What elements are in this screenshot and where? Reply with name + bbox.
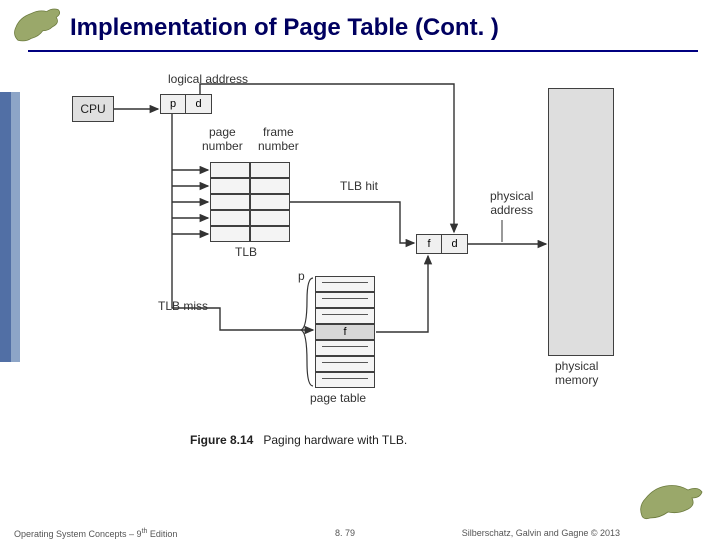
tlb-hit-label: TLB hit	[340, 180, 378, 194]
page-table-row	[315, 356, 375, 372]
tlb-label: TLB	[235, 246, 257, 260]
title-underline	[28, 50, 698, 52]
tlb-row	[210, 194, 290, 210]
frame-number-label: frame number	[258, 126, 299, 154]
physical-address-register: f d	[416, 234, 468, 254]
figure-caption: Figure 8.14 Paging hardware with TLB.	[190, 433, 407, 447]
d-cell: d	[186, 94, 212, 114]
page-table-row	[315, 276, 375, 292]
dinosaur-icon	[636, 476, 706, 522]
logical-address-label: logical address	[168, 73, 248, 87]
cpu-box: CPU	[72, 96, 114, 122]
p-cell: p	[160, 94, 186, 114]
tlb-miss-label: TLB miss	[158, 300, 208, 314]
page-title: Implementation of Page Table (Cont. )	[70, 14, 499, 42]
page-number: 8. 79	[335, 528, 355, 538]
tlb-row	[210, 178, 290, 194]
page-table-row	[315, 308, 375, 324]
physical-address-label: physical address	[490, 190, 533, 218]
physical-memory-box	[548, 88, 614, 356]
page-table-row	[315, 340, 375, 356]
dinosaur-icon	[10, 2, 68, 46]
footer-left: Operating System Concepts – 9th Edition	[14, 528, 177, 539]
physical-memory-label: physical memory	[555, 360, 598, 388]
tlb-row	[210, 162, 290, 178]
tlb-paging-diagram: logical address CPU p d page number fram…	[60, 70, 660, 460]
f-cell: f	[416, 234, 442, 254]
d-cell-2: d	[442, 234, 468, 254]
page-table-row-f: f	[315, 324, 375, 340]
page-number-label: page number	[202, 126, 243, 154]
page-table-row	[315, 292, 375, 308]
tlb-row	[210, 226, 290, 242]
p-index-label: p	[298, 270, 305, 284]
side-accent	[0, 92, 20, 362]
logical-address-register: p d	[160, 94, 212, 114]
tlb-row	[210, 210, 290, 226]
page-table-label: page table	[310, 392, 366, 406]
footer-right: Silberschatz, Galvin and Gagne © 2013	[462, 528, 620, 538]
page-table-row	[315, 372, 375, 388]
figure-number: Figure 8.14	[190, 433, 253, 447]
figure-caption-text: Paging hardware with TLB.	[263, 433, 407, 447]
